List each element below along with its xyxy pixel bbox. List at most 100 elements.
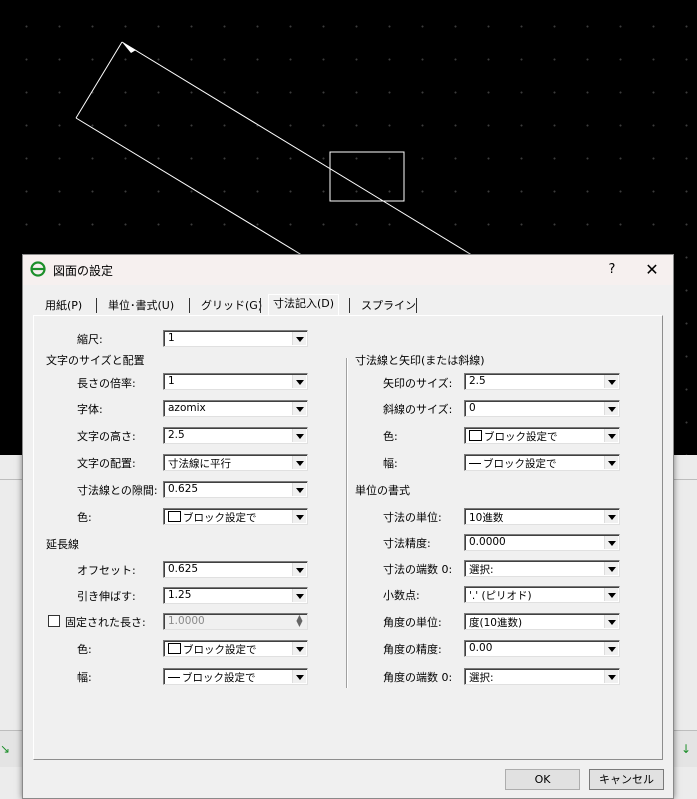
- chevron-down-icon[interactable]: [604, 670, 618, 683]
- line-width-icon: [469, 463, 481, 464]
- toolbar-arrow-icon[interactable]: ↘: [0, 742, 10, 756]
- chevron-down-icon[interactable]: [292, 670, 306, 683]
- ext-width-label: 幅:: [77, 671, 92, 684]
- decimal-combo[interactable]: '.' (ピリオド): [464, 586, 620, 603]
- color-swatch-icon: [168, 511, 181, 522]
- tab-separator: [189, 298, 190, 313]
- chevron-down-icon[interactable]: [292, 332, 306, 345]
- chevron-down-icon[interactable]: [604, 456, 618, 469]
- tick-size-combo[interactable]: 0: [464, 400, 620, 417]
- chevron-down-icon[interactable]: [292, 642, 306, 655]
- arrow-size-combo[interactable]: 2.5: [464, 373, 620, 390]
- chevron-down-icon[interactable]: [604, 615, 618, 628]
- dim-precision-label: 寸法精度:: [383, 537, 431, 550]
- fixed-length-label: 固定された長さ:: [65, 616, 146, 629]
- drawing-settings-dialog: 図面の設定 ? ✕ 用紙(P) 単位･書式(U) グリッド(G) 寸法記入(D)…: [22, 254, 674, 799]
- chevron-down-icon[interactable]: [292, 456, 306, 469]
- offset-label: オフセット:: [77, 564, 136, 577]
- chevron-down-icon[interactable]: [292, 563, 306, 576]
- arrow-width-combo[interactable]: ブロック設定で: [464, 454, 620, 471]
- chevron-down-icon[interactable]: [292, 375, 306, 388]
- chevron-down-icon[interactable]: [292, 510, 306, 523]
- arrow-color-combo[interactable]: ブロック設定で: [464, 427, 620, 444]
- chevron-down-icon[interactable]: [604, 402, 618, 415]
- length-factor-combo[interactable]: 1: [163, 373, 308, 390]
- chevron-down-icon[interactable]: [604, 642, 618, 655]
- chevron-down-icon[interactable]: [604, 562, 618, 575]
- text-color-label: 色:: [77, 511, 92, 524]
- color-swatch-icon: [469, 430, 482, 441]
- offset-combo[interactable]: 0.625: [163, 561, 308, 578]
- tick-size-label: 斜線のサイズ:: [383, 403, 453, 416]
- extend-label: 引き伸ばす:: [77, 590, 136, 603]
- dim-unit-combo[interactable]: 10進数: [464, 508, 620, 525]
- ok-button[interactable]: OK: [505, 769, 580, 790]
- chevron-down-icon[interactable]: [292, 429, 306, 442]
- ext-color-combo[interactable]: ブロック設定で: [163, 640, 308, 657]
- gap-combo[interactable]: 0.625: [163, 481, 308, 498]
- font-combo[interactable]: azomix: [163, 400, 308, 417]
- dimension-line-bottom: [75, 117, 311, 261]
- scale-combo[interactable]: 1: [163, 330, 308, 347]
- line-width-icon: [168, 677, 180, 678]
- arrow-size-label: 矢印のサイズ:: [383, 377, 453, 390]
- dimension-line-top: [121, 41, 481, 261]
- toolbar-down-arrow-icon[interactable]: ↓: [681, 742, 691, 756]
- tab-dimensioning[interactable]: 寸法記入(D): [268, 294, 340, 316]
- gap-label: 寸法線との隙間:: [77, 484, 158, 497]
- fixed-length-checkbox[interactable]: [48, 615, 60, 627]
- text-placement-label: 文字の配置:: [77, 457, 136, 470]
- chevron-down-icon[interactable]: [292, 483, 306, 496]
- text-height-combo[interactable]: 2.5: [163, 427, 308, 444]
- angle-precision-combo[interactable]: 0.00: [464, 640, 620, 657]
- dialog-titlebar[interactable]: 図面の設定 ? ✕: [23, 255, 673, 285]
- zero-suppress-combo[interactable]: 選択:: [464, 560, 620, 577]
- chevron-down-icon[interactable]: [292, 589, 306, 602]
- close-button[interactable]: ✕: [641, 259, 663, 281]
- tab-grid[interactable]: グリッド(G): [197, 297, 266, 315]
- scale-label: 縮尺:: [77, 333, 103, 346]
- selection-box: [329, 151, 405, 202]
- decimal-label: 小数点:: [383, 589, 420, 602]
- chevron-down-icon[interactable]: [604, 375, 618, 388]
- tab-spline[interactable]: スプライン: [357, 297, 420, 315]
- tab-separator: [260, 298, 261, 313]
- column-divider: [346, 358, 348, 688]
- fixed-length-spinner[interactable]: 1.0000 ▲ ▼: [163, 613, 308, 630]
- color-swatch-icon: [168, 643, 181, 654]
- ext-width-combo[interactable]: ブロック設定で: [163, 668, 308, 685]
- angle-unit-combo[interactable]: 度(10進数): [464, 613, 620, 630]
- dimension-arrow: [122, 42, 136, 53]
- tab-units-format[interactable]: 単位･書式(U): [104, 297, 178, 315]
- tab-paper[interactable]: 用紙(P): [41, 297, 86, 315]
- help-button[interactable]: ?: [601, 259, 623, 281]
- cancel-button[interactable]: キャンセル: [589, 769, 664, 790]
- spinner-arrows-icon[interactable]: ▲ ▼: [293, 614, 306, 628]
- arrow-group-heading: 寸法線と矢印(または斜線): [355, 354, 485, 367]
- extension-line-left: [75, 41, 123, 119]
- tab-separator: [96, 298, 97, 313]
- font-label: 字体:: [77, 403, 103, 416]
- arrow-color-label: 色:: [383, 430, 398, 443]
- tab-separator: [349, 298, 350, 313]
- angle-precision-label: 角度の精度:: [383, 643, 442, 656]
- extend-combo[interactable]: 1.25: [163, 587, 308, 604]
- chevron-down-icon[interactable]: [604, 510, 618, 523]
- angle-zero-label: 角度の端数 0:: [383, 671, 453, 684]
- angle-zero-combo[interactable]: 選択:: [464, 668, 620, 685]
- dim-unit-label: 寸法の単位:: [383, 511, 442, 524]
- chevron-down-icon[interactable]: [604, 536, 618, 549]
- angle-unit-label: 角度の単位:: [383, 616, 442, 629]
- text-group-heading: 文字のサイズと配置: [46, 354, 145, 367]
- arrow-width-label: 幅:: [383, 457, 398, 470]
- ext-group-heading: 延長線: [46, 538, 79, 551]
- dialog-title: 図面の設定: [53, 264, 114, 278]
- length-factor-label: 長さの倍率:: [77, 377, 136, 390]
- text-placement-combo[interactable]: 寸法線に平行: [163, 454, 308, 471]
- tab-panel: 縮尺: 1 文字のサイズと配置 長さの倍率: 1 字体: azomix 文字の高…: [33, 315, 663, 760]
- text-color-combo[interactable]: ブロック設定で: [163, 508, 308, 525]
- chevron-down-icon[interactable]: [604, 588, 618, 601]
- chevron-down-icon[interactable]: [292, 402, 306, 415]
- chevron-down-icon[interactable]: [604, 429, 618, 442]
- dim-precision-combo[interactable]: 0.0000: [464, 534, 620, 551]
